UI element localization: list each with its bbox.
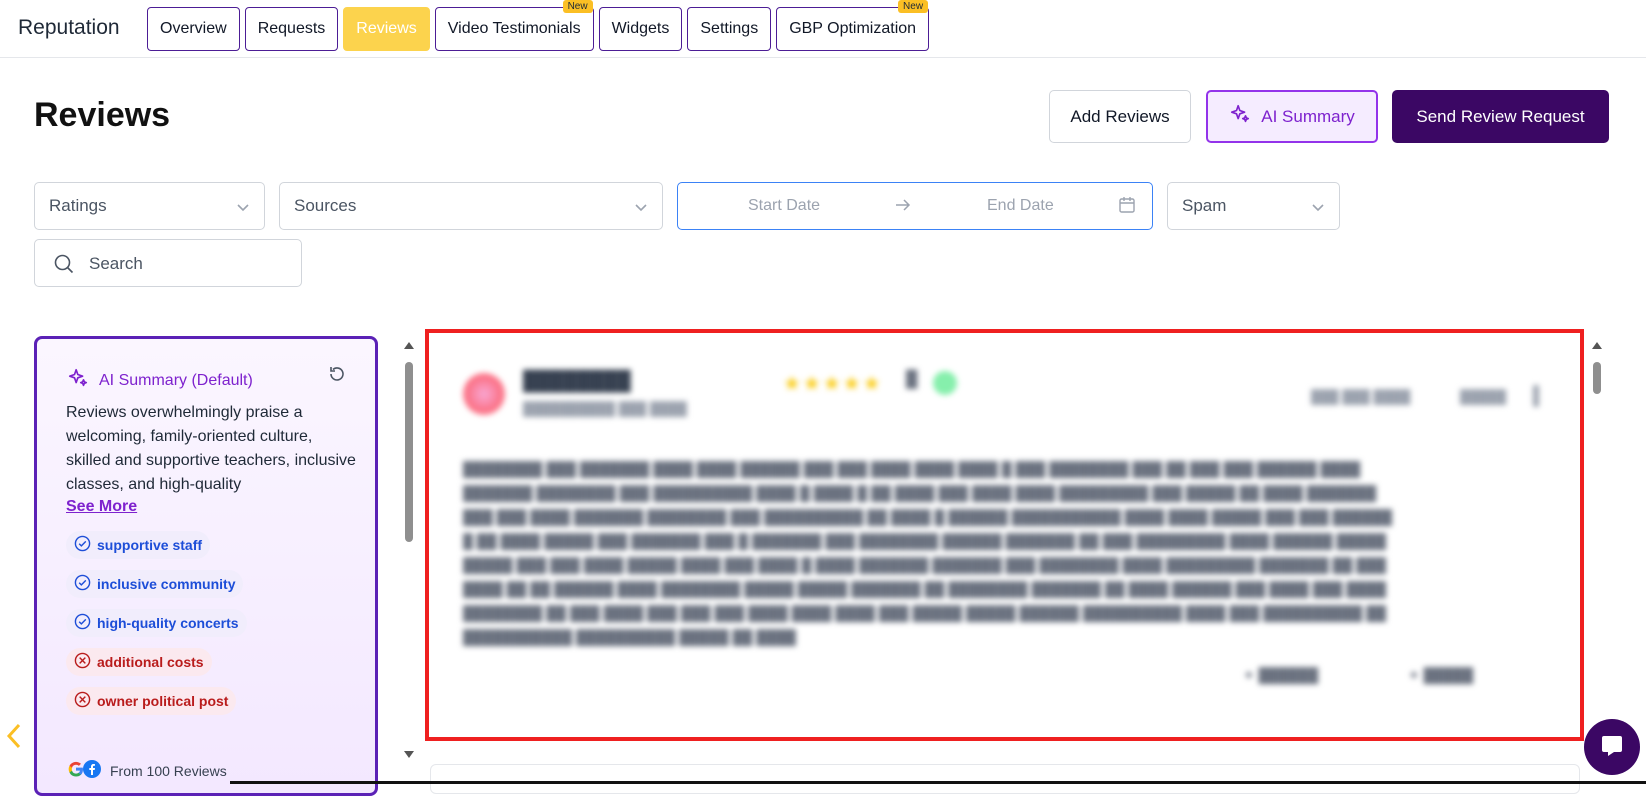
- search-input[interactable]: Search: [34, 239, 302, 287]
- calendar-icon: [1117, 195, 1137, 220]
- arrow-right-icon: [893, 195, 913, 220]
- x-circle-icon: [74, 691, 91, 711]
- send-review-request-button[interactable]: Send Review Request: [1392, 90, 1609, 143]
- x-circle-icon: [74, 652, 91, 672]
- new-badge: New: [898, 0, 929, 13]
- sparkle-icon: [67, 367, 89, 394]
- source-icon: [933, 371, 957, 395]
- chevron-down-icon: [1311, 199, 1325, 219]
- tab-gbp-optimization[interactable]: GBP Optimization New: [776, 0, 930, 51]
- tab-requests[interactable]: Requests: [244, 7, 339, 51]
- summary-scroll-thumb[interactable]: [405, 362, 413, 542]
- tab-video-testimonials[interactable]: Video Testimonials New: [434, 0, 594, 51]
- chevron-down-icon: [236, 199, 250, 219]
- chevron-left-icon[interactable]: [4, 722, 24, 755]
- ai-summary-button[interactable]: AI Summary: [1206, 90, 1378, 143]
- check-circle-icon: [74, 535, 91, 555]
- reviewer-name-blurred: ████████: [523, 371, 631, 392]
- ai-summary-text: Reviews overwhelmingly praise a welcomin…: [66, 404, 356, 493]
- next-review-card[interactable]: [430, 764, 1580, 794]
- date-range-picker[interactable]: Start Date End Date: [677, 182, 1153, 230]
- refresh-icon[interactable]: [327, 364, 347, 389]
- reviews-scrollbar[interactable]: [1591, 340, 1603, 400]
- chat-button[interactable]: [1584, 719, 1640, 775]
- search-icon: [53, 253, 75, 280]
- review-count-footer: From 100 Reviews: [66, 759, 227, 782]
- top-navigation: Reputation Overview Requests Reviews Vid…: [0, 0, 1646, 58]
- facebook-icon: [82, 759, 102, 782]
- reviewer-meta-blurred: ██████████ ███ ████: [523, 401, 687, 416]
- tab-overview[interactable]: Overview: [147, 7, 240, 51]
- ai-summary-header: AI Summary (Default): [67, 367, 253, 394]
- tag-additional-costs: additional costs: [66, 648, 212, 676]
- start-date-input[interactable]: Start Date: [748, 197, 820, 215]
- star-rating-icon: ★★★★★: [783, 373, 883, 395]
- end-date-input[interactable]: End Date: [987, 197, 1054, 215]
- summary-scrollbar[interactable]: [403, 340, 415, 760]
- see-more-link[interactable]: See More: [66, 498, 137, 516]
- reviews-scroll-thumb[interactable]: [1593, 362, 1601, 394]
- chevron-down-icon: [634, 199, 648, 219]
- tab-widgets[interactable]: Widgets: [598, 7, 683, 51]
- tab-reviews[interactable]: Reviews: [343, 7, 430, 51]
- page-title: Reviews: [34, 96, 171, 134]
- review-source-blurred: █████: [1460, 389, 1507, 404]
- avatar: [463, 373, 505, 415]
- more-options-icon[interactable]: [1533, 385, 1539, 407]
- review-card[interactable]: ████████ ██████████ ███ ████ ★★★★★ █ ███…: [425, 329, 1584, 741]
- ai-summary-title: AI Summary (Default): [99, 371, 253, 389]
- tag-owner-political-post: owner political post: [66, 687, 237, 715]
- action-blurred: ✦ █████: [1408, 667, 1474, 683]
- tab-bar: Overview Requests Reviews Video Testimon…: [147, 0, 930, 51]
- check-circle-icon: [74, 574, 91, 594]
- chat-icon: [1598, 731, 1626, 764]
- review-text-blurred: ████████ ███ ███████ ████ ████ ██████ ██…: [463, 461, 1393, 645]
- add-reviews-button[interactable]: Add Reviews: [1049, 90, 1191, 143]
- sparkle-icon: [1229, 103, 1251, 130]
- review-card-content-blurred: ████████ ██████████ ███ ████ ★★★★★ █ ███…: [433, 337, 1576, 733]
- ai-summary-panel: AI Summary (Default) Reviews overwhelmin…: [34, 336, 378, 796]
- sources-dropdown[interactable]: Sources: [279, 182, 663, 230]
- action-blurred: ✦ ██████: [1243, 667, 1319, 683]
- tag-supportive-staff: supportive staff: [66, 531, 211, 559]
- spam-dropdown[interactable]: Spam: [1167, 182, 1340, 230]
- tag-high-quality-concerts: high-quality concerts: [66, 609, 247, 637]
- tag-inclusive-community: inclusive community: [66, 570, 244, 598]
- rating-score-blurred: █: [906, 371, 918, 388]
- check-circle-icon: [74, 613, 91, 633]
- new-badge: New: [562, 0, 593, 13]
- app-title: Reputation: [18, 16, 120, 39]
- review-date-blurred: ███ ███ ████: [1311, 389, 1411, 404]
- ratings-dropdown[interactable]: Ratings: [34, 182, 265, 230]
- tab-settings[interactable]: Settings: [687, 7, 772, 51]
